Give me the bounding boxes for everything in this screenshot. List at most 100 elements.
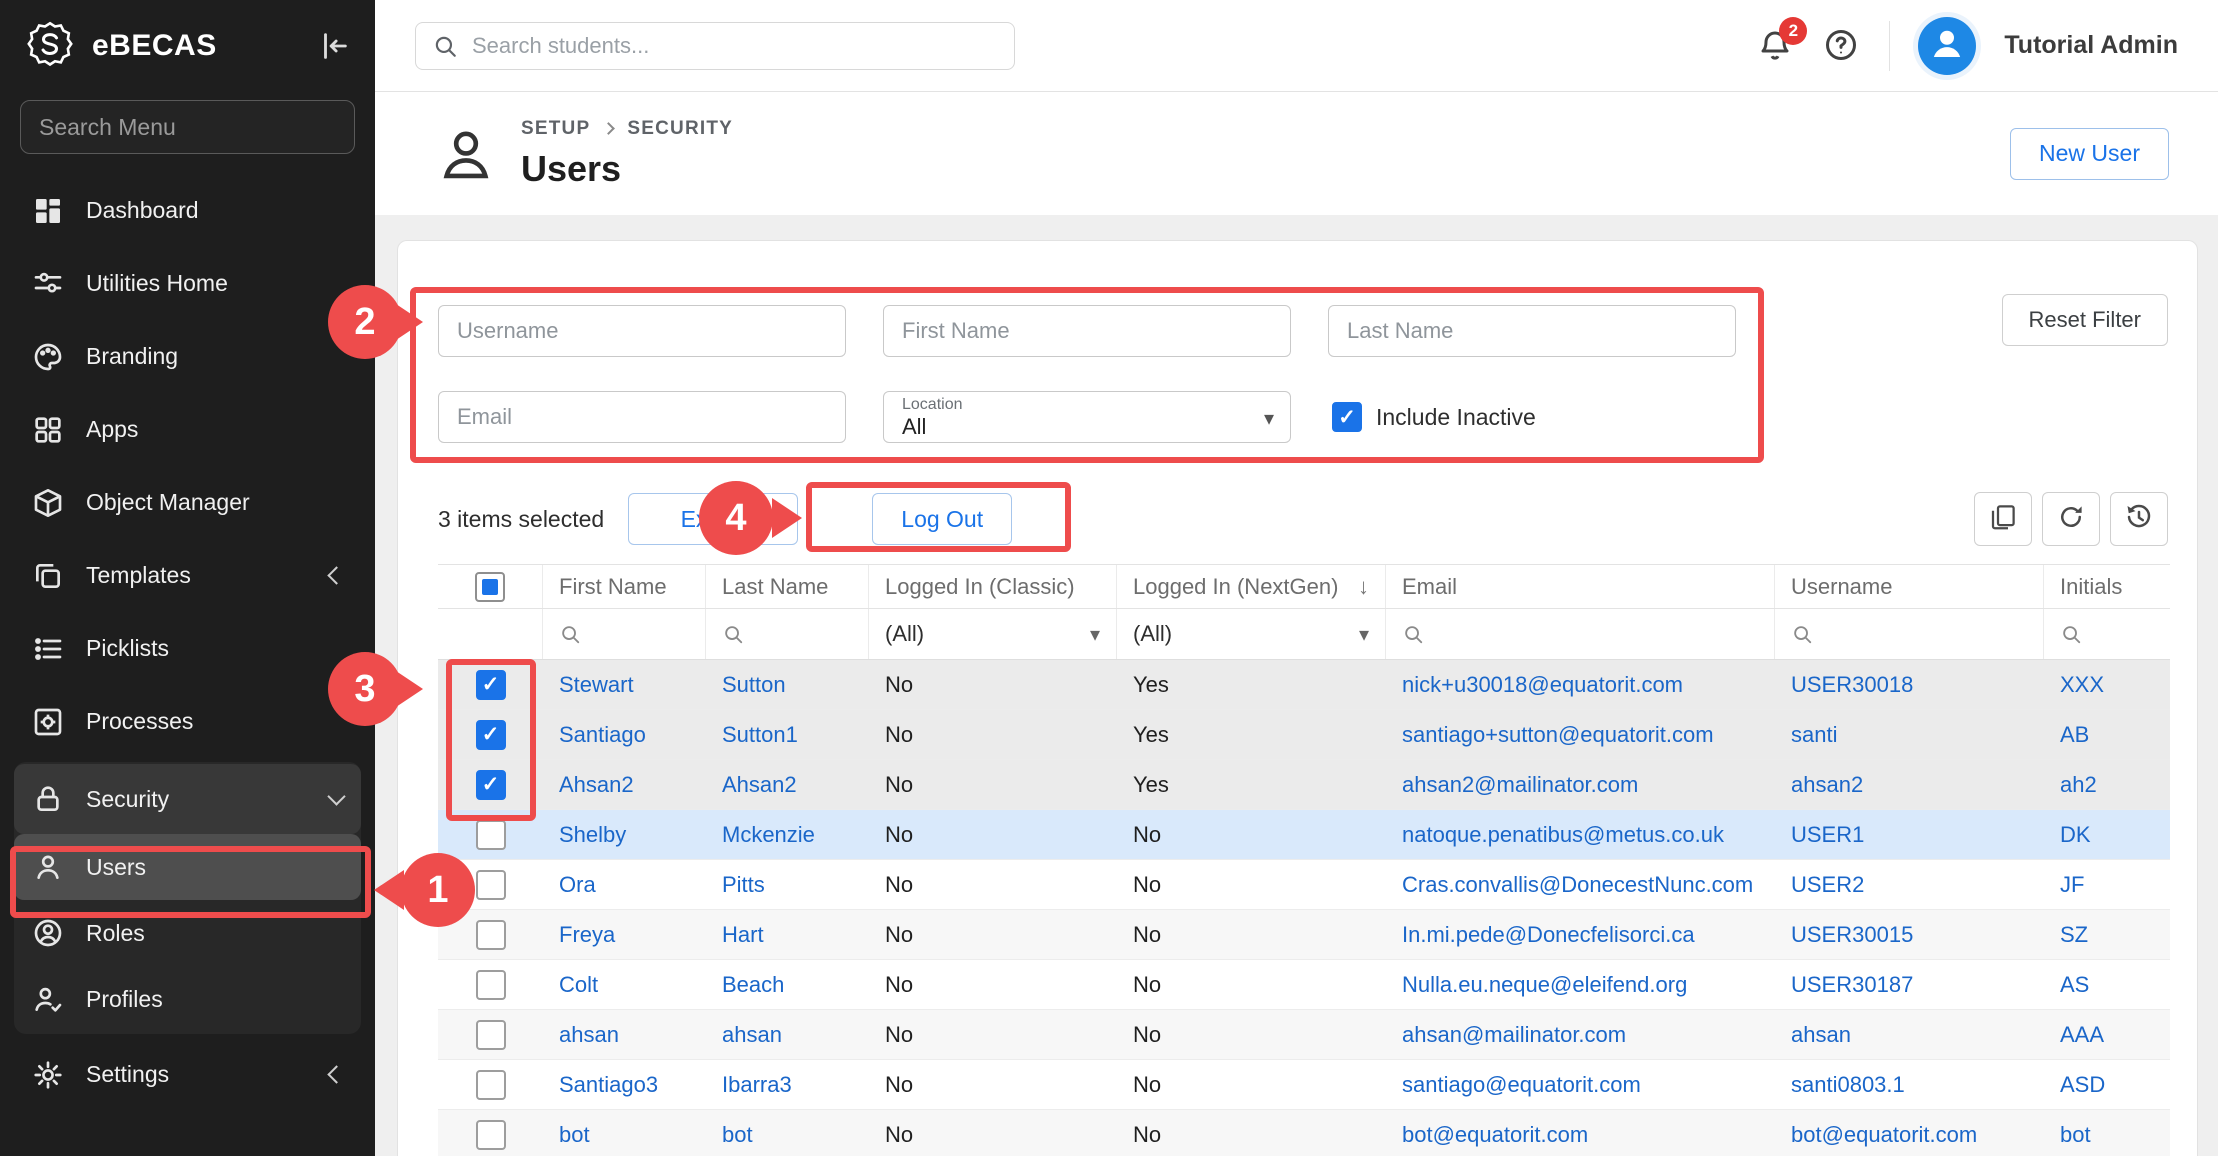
cell-first-name[interactable]: Santiago <box>543 722 706 748</box>
filter-cell[interactable]: (All)▾ <box>1117 609 1386 659</box>
table-row[interactable]: botbotNoNobot@equatorit.combot@equatorit… <box>438 1110 2170 1156</box>
cell-username[interactable]: USER30015 <box>1775 922 2044 948</box>
table-row[interactable]: OraPittsNoNoCras.convallis@DonecestNunc.… <box>438 860 2170 910</box>
table-row[interactable]: ✓Ahsan2Ahsan2NoYesahsan2@mailinator.coma… <box>438 760 2170 810</box>
cell-email[interactable]: Cras.convallis@DonecestNunc.com <box>1386 872 1775 898</box>
filter-cell[interactable] <box>1386 609 1775 659</box>
cell-email[interactable]: ahsan@mailinator.com <box>1386 1022 1775 1048</box>
filter-cell[interactable] <box>543 609 706 659</box>
table-row[interactable]: ✓SantiagoSutton1NoYessantiago+sutton@equ… <box>438 710 2170 760</box>
sidebar-item-users[interactable]: Users <box>14 834 361 900</box>
username-filter-input[interactable] <box>438 305 846 357</box>
cell-first-name[interactable]: ahsan <box>543 1022 706 1048</box>
cell-email[interactable]: ahsan2@mailinator.com <box>1386 772 1775 798</box>
expire-button[interactable]: Expire <box>628 493 798 545</box>
row-checkbox[interactable] <box>476 820 506 850</box>
cell-initials[interactable]: AS <box>2044 972 2170 998</box>
cell-username[interactable]: ahsan <box>1775 1022 2044 1048</box>
sidebar-search-input[interactable] <box>20 100 355 154</box>
sidebar-item-profiles[interactable]: Profiles <box>14 966 361 1032</box>
cell-first-name[interactable]: bot <box>543 1122 706 1148</box>
row-checkbox[interactable] <box>476 970 506 1000</box>
cell-username[interactable]: USER1 <box>1775 822 2044 848</box>
cell-last-name[interactable]: Sutton <box>706 672 869 698</box>
cell-email[interactable]: natoque.penatibus@metus.co.uk <box>1386 822 1775 848</box>
filter-cell[interactable] <box>2044 609 2170 659</box>
new-user-button[interactable]: New User <box>2010 128 2169 180</box>
cell-initials[interactable]: AB <box>2044 722 2170 748</box>
row-checkbox[interactable] <box>476 1020 506 1050</box>
first-name-filter-input[interactable] <box>883 305 1291 357</box>
cell-email[interactable]: nick+u30018@equatorit.com <box>1386 672 1775 698</box>
table-row[interactable]: ColtBeachNoNoNulla.eu.neque@eleifend.org… <box>438 960 2170 1010</box>
cell-email[interactable]: bot@equatorit.com <box>1386 1122 1775 1148</box>
export-button[interactable] <box>1974 492 2032 546</box>
include-inactive-checkbox[interactable]: ✓ <box>1332 402 1362 432</box>
cell-first-name[interactable]: Santiago3 <box>543 1072 706 1098</box>
cell-initials[interactable]: DK <box>2044 822 2170 848</box>
log-out-button[interactable]: Log Out <box>872 493 1012 545</box>
breadcrumb-setup[interactable]: SETUP <box>521 118 590 140</box>
column-header[interactable]: Initials <box>2044 565 2170 608</box>
filter-cell[interactable] <box>1775 609 2044 659</box>
cell-initials[interactable]: JF <box>2044 872 2170 898</box>
sidebar-item-object-manager[interactable]: Object Manager <box>14 466 361 539</box>
row-checkbox[interactable] <box>476 870 506 900</box>
cell-last-name[interactable]: Sutton1 <box>706 722 869 748</box>
cell-initials[interactable]: ASD <box>2044 1072 2170 1098</box>
cell-username[interactable]: bot@equatorit.com <box>1775 1122 2044 1148</box>
cell-last-name[interactable]: Pitts <box>706 872 869 898</box>
cell-initials[interactable]: XXX <box>2044 672 2170 698</box>
sort-desc-icon[interactable]: ↓ <box>1358 574 1369 600</box>
cell-last-name[interactable]: bot <box>706 1122 869 1148</box>
column-header[interactable]: Username <box>1775 565 2044 608</box>
sidebar-item-settings[interactable]: Settings <box>14 1038 361 1111</box>
cell-email[interactable]: In.mi.pede@Donecfelisorci.ca <box>1386 922 1775 948</box>
row-checkbox[interactable]: ✓ <box>476 770 506 800</box>
filter-cell[interactable]: (All)▾ <box>869 609 1117 659</box>
column-header[interactable]: Last Name <box>706 565 869 608</box>
table-row[interactable]: ✓StewartSuttonNoYesnick+u30018@equatorit… <box>438 660 2170 710</box>
cell-initials[interactable]: bot <box>2044 1122 2170 1148</box>
cell-first-name[interactable]: Ahsan2 <box>543 772 706 798</box>
sidebar-item-picklists[interactable]: Picklists <box>14 612 361 685</box>
email-filter-input[interactable] <box>438 391 846 443</box>
avatar[interactable] <box>1918 17 1976 75</box>
cell-initials[interactable]: AAA <box>2044 1022 2170 1048</box>
cell-email[interactable]: santiago@equatorit.com <box>1386 1072 1775 1098</box>
column-header[interactable]: Email <box>1386 565 1775 608</box>
cell-first-name[interactable]: Ora <box>543 872 706 898</box>
cell-email[interactable]: santiago+sutton@equatorit.com <box>1386 722 1775 748</box>
sidebar-item-processes[interactable]: Processes <box>14 685 361 758</box>
notifications-button[interactable]: 2 <box>1757 27 1795 65</box>
table-row[interactable]: ShelbyMckenzieNoNonatoque.penatibus@metu… <box>438 810 2170 860</box>
refresh-button[interactable] <box>2042 492 2100 546</box>
sidebar-item-templates[interactable]: Templates <box>14 539 361 612</box>
sidebar-item-apps[interactable]: Apps <box>14 393 361 466</box>
last-name-filter-input[interactable] <box>1328 305 1736 357</box>
cell-email[interactable]: Nulla.eu.neque@eleifend.org <box>1386 972 1775 998</box>
sidebar-item-dashboard[interactable]: Dashboard <box>14 174 361 247</box>
cell-username[interactable]: USER30018 <box>1775 672 2044 698</box>
cell-username[interactable]: ahsan2 <box>1775 772 2044 798</box>
cell-initials[interactable]: SZ <box>2044 922 2170 948</box>
row-checkbox[interactable] <box>476 1070 506 1100</box>
sidebar-item-utilities-home[interactable]: Utilities Home <box>14 247 361 320</box>
sidebar-collapse-icon[interactable] <box>317 29 351 63</box>
row-checkbox[interactable] <box>476 1120 506 1150</box>
cell-first-name[interactable]: Colt <box>543 972 706 998</box>
cell-last-name[interactable]: Mckenzie <box>706 822 869 848</box>
sidebar-item-security[interactable]: Security <box>14 764 361 834</box>
column-header[interactable]: First Name <box>543 565 706 608</box>
help-button[interactable] <box>1823 27 1861 65</box>
cell-username[interactable]: santi <box>1775 722 2044 748</box>
row-checkbox[interactable]: ✓ <box>476 720 506 750</box>
column-header[interactable]: Logged In (Classic) <box>869 565 1117 608</box>
cell-username[interactable]: USER30187 <box>1775 972 2044 998</box>
sidebar-item-roles[interactable]: Roles <box>14 900 361 966</box>
cell-username[interactable]: USER2 <box>1775 872 2044 898</box>
global-search-input[interactable] <box>472 33 998 59</box>
row-checkbox[interactable] <box>476 920 506 950</box>
history-button[interactable] <box>2110 492 2168 546</box>
cell-first-name[interactable]: Shelby <box>543 822 706 848</box>
